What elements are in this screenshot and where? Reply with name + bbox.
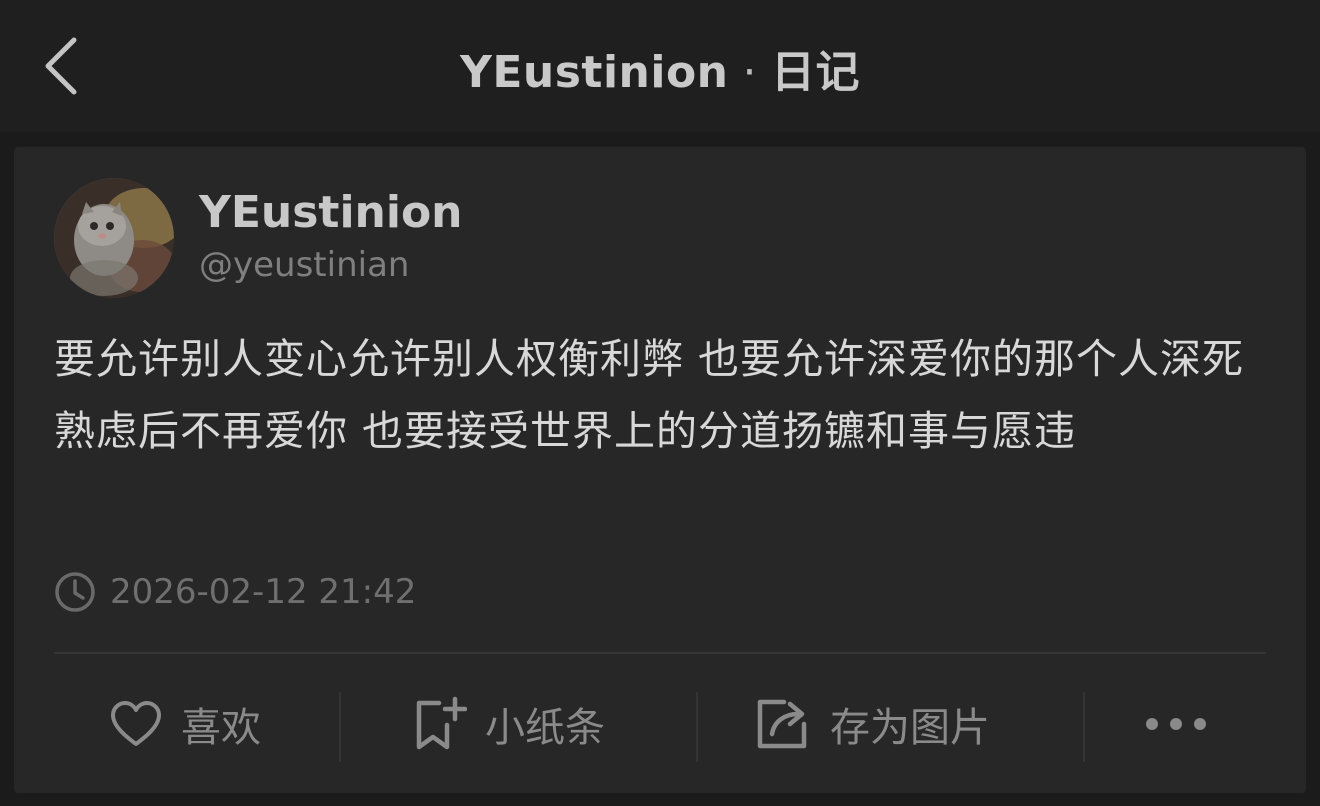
note-label: 小纸条 (485, 704, 605, 751)
action-separator (1083, 692, 1085, 762)
post-timestamp: 2026-02-12 21:42 (110, 572, 417, 612)
action-bar: 喜欢 小纸条 存为图片 (14, 654, 1306, 793)
post-meta: 2026-02-12 21:42 (54, 570, 416, 614)
action-separator (339, 692, 341, 762)
avatar[interactable] (54, 178, 174, 298)
cat-avatar-image (54, 178, 174, 298)
more-dots-icon (1146, 717, 1206, 730)
post-content: 要允许别人变心允许别人权衡利弊 也要允许深爱你的那个人深死熟虑后不再爱你 也要接… (54, 335, 1245, 455)
more-button[interactable] (1144, 654, 1208, 793)
heart-icon (111, 700, 161, 746)
like-button[interactable]: 喜欢 (109, 654, 261, 793)
post-username[interactable]: YEustinion (199, 187, 463, 238)
save-image-button[interactable]: 存为图片 (754, 654, 990, 793)
note-button[interactable]: 小纸条 (411, 654, 605, 793)
page-title: YEustinion · 日记 (0, 36, 1320, 100)
top-nav-bar: YEustinion · 日记 (0, 0, 1320, 132)
share-export-icon (757, 699, 807, 748)
title-separator: · (742, 47, 757, 98)
post-card: YEustinion @yeustinian 要允许别人变心允许别人权衡利弊 也… (14, 147, 1306, 793)
bookmark-add-icon (416, 696, 467, 749)
like-label: 喜欢 (181, 704, 261, 751)
page-title-section: 日记 (771, 47, 860, 98)
page-title-name: YEustinion (459, 47, 729, 98)
clock-icon (55, 572, 95, 612)
save-image-label: 存为图片 (830, 704, 990, 751)
post-handle: @yeustinian (199, 245, 410, 285)
diary-post-page: YEustinion · 日记 YEustinion @yeustinian 要允许… (0, 0, 1320, 806)
action-separator (696, 692, 698, 762)
